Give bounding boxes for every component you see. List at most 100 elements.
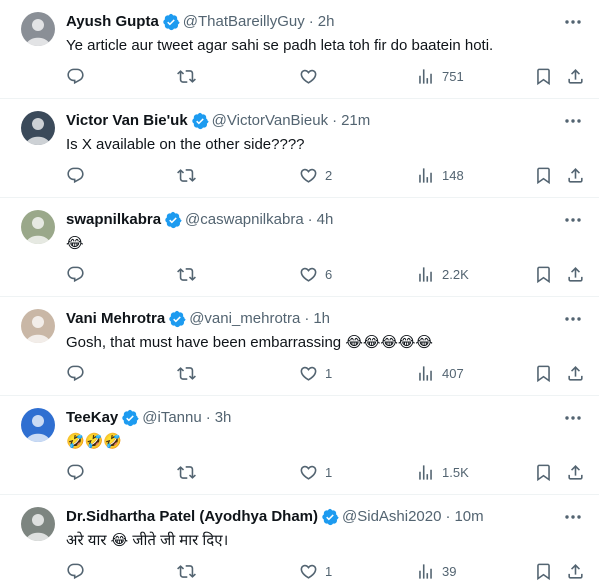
share-button[interactable]	[566, 66, 585, 86]
reply-tweet[interactable]: Vani Mehrotra @vani_mehrotra · 1h Gosh, …	[0, 297, 599, 396]
user-handle[interactable]: @vani_mehrotra	[189, 309, 300, 329]
more-dots-icon	[565, 515, 581, 519]
reply-icon	[67, 464, 84, 480]
views-button[interactable]: 2.2K	[416, 264, 469, 284]
reply-button[interactable]	[66, 264, 85, 284]
bookmark-button[interactable]	[534, 363, 553, 383]
like-button[interactable]: 1	[299, 363, 332, 383]
display-name[interactable]: Vani Mehrotra	[66, 309, 165, 329]
reply-header: TeeKay @iTannu · 3h	[66, 408, 549, 428]
avatar[interactable]	[21, 408, 55, 442]
reply-icon	[67, 68, 84, 84]
user-handle[interactable]: @VictorVanBieuk	[212, 111, 328, 131]
avatar-group-photo-icon	[26, 217, 50, 244]
avatar-person-icon	[26, 316, 50, 343]
views-button[interactable]: 148	[416, 165, 464, 185]
like-button[interactable]: 2	[299, 165, 332, 185]
avatar[interactable]	[21, 210, 55, 244]
more-options-button[interactable]	[561, 408, 585, 428]
like-count: 1	[325, 365, 333, 381]
avatar[interactable]	[21, 111, 55, 145]
like-button[interactable]: 1	[299, 561, 332, 581]
display-name[interactable]: Ayush Gupta	[66, 12, 159, 32]
timestamp[interactable]: 2h	[318, 12, 335, 32]
share-button[interactable]	[566, 462, 585, 482]
like-button[interactable]: 1	[299, 462, 332, 482]
display-name[interactable]: Victor Van Bie'uk	[66, 111, 188, 131]
avatar[interactable]	[21, 12, 55, 46]
retweet-button[interactable]	[177, 462, 196, 482]
more-options-button[interactable]	[561, 507, 585, 527]
reply-feed: Ayush Gupta @ThatBareillyGuy · 2h Ye art…	[0, 0, 599, 588]
share-button[interactable]	[566, 165, 585, 185]
like-button[interactable]: 6	[299, 264, 332, 284]
timestamp[interactable]: 21m	[341, 111, 370, 131]
retweet-button[interactable]	[177, 165, 196, 185]
reply-header: Victor Van Bie'uk @VictorVanBieuk · 21m	[66, 111, 549, 131]
reply-icon	[67, 365, 84, 381]
share-icon	[568, 563, 583, 579]
views-button[interactable]: 39	[416, 561, 456, 581]
reply-button[interactable]	[66, 165, 85, 185]
retweet-button[interactable]	[177, 561, 196, 581]
views-chart-icon	[419, 563, 432, 579]
like-count: 1	[325, 464, 333, 480]
user-handle[interactable]: @caswapnilkabra	[185, 210, 304, 230]
user-handle[interactable]: @SidAshi2020	[342, 507, 441, 527]
more-options-button[interactable]	[561, 210, 585, 230]
views-chart-icon	[419, 68, 432, 84]
display-name[interactable]: TeeKay	[66, 408, 118, 428]
bookmark-icon	[537, 68, 550, 85]
user-handle[interactable]: @ThatBareillyGuy	[183, 12, 305, 32]
reply-button[interactable]	[66, 561, 85, 581]
retweet-button[interactable]	[177, 66, 196, 86]
reply-button[interactable]	[66, 462, 85, 482]
views-button[interactable]: 751	[416, 66, 464, 86]
reply-header: Dr.Sidhartha Patel (Ayodhya Dham) @SidAs…	[66, 507, 549, 527]
user-handle[interactable]: @iTannu	[142, 408, 201, 428]
like-button[interactable]	[299, 66, 325, 86]
bookmark-button[interactable]	[534, 462, 553, 482]
reply-tweet[interactable]: Ayush Gupta @ThatBareillyGuy · 2h Ye art…	[0, 0, 599, 99]
avatar[interactable]	[21, 309, 55, 343]
timestamp[interactable]: 4h	[317, 210, 334, 230]
reply-tweet[interactable]: Dr.Sidhartha Patel (Ayodhya Dham) @SidAs…	[0, 495, 599, 588]
bookmark-button[interactable]	[534, 264, 553, 284]
avatar-person-icon	[26, 514, 50, 541]
view-count: 751	[442, 68, 464, 84]
views-button[interactable]: 407	[416, 363, 464, 383]
reply-text: 😂	[66, 235, 84, 252]
more-dots-icon	[565, 20, 581, 24]
avatar[interactable]	[21, 507, 55, 541]
reply-tweet[interactable]: TeeKay @iTannu · 3h 🤣🤣🤣 1 1.5K	[0, 396, 599, 495]
reply-tweet[interactable]: Victor Van Bie'uk @VictorVanBieuk · 21m …	[0, 99, 599, 198]
bookmark-button[interactable]	[534, 165, 553, 185]
retweet-button[interactable]	[177, 363, 196, 383]
more-options-button[interactable]	[561, 309, 585, 329]
views-chart-icon	[419, 464, 432, 480]
timestamp[interactable]: 3h	[215, 408, 232, 428]
view-count: 2.2K	[442, 266, 469, 282]
retweet-button[interactable]	[177, 264, 196, 284]
action-bar: 1 1.5K	[66, 462, 589, 482]
more-dots-icon	[565, 317, 581, 321]
more-options-button[interactable]	[561, 111, 585, 131]
bookmark-button[interactable]	[534, 561, 553, 581]
bookmark-button[interactable]	[534, 66, 553, 86]
reply-tweet[interactable]: swapnilkabra @caswapnilkabra · 4h 😂 6 2.…	[0, 198, 599, 297]
reply-button[interactable]	[66, 363, 85, 383]
views-button[interactable]: 1.5K	[416, 462, 469, 482]
timestamp[interactable]: 10m	[454, 507, 483, 527]
share-button[interactable]	[566, 561, 585, 581]
display-name[interactable]: swapnilkabra	[66, 210, 161, 230]
share-button[interactable]	[566, 264, 585, 284]
verified-badge-icon	[163, 13, 180, 31]
share-button[interactable]	[566, 363, 585, 383]
more-options-button[interactable]	[561, 12, 585, 32]
bookmark-icon	[537, 464, 550, 481]
avatar-skull-icon	[26, 118, 50, 145]
reply-button[interactable]	[66, 66, 85, 86]
timestamp[interactable]: 1h	[313, 309, 330, 329]
display-name[interactable]: Dr.Sidhartha Patel (Ayodhya Dham)	[66, 507, 318, 527]
heart-icon	[300, 366, 317, 381]
